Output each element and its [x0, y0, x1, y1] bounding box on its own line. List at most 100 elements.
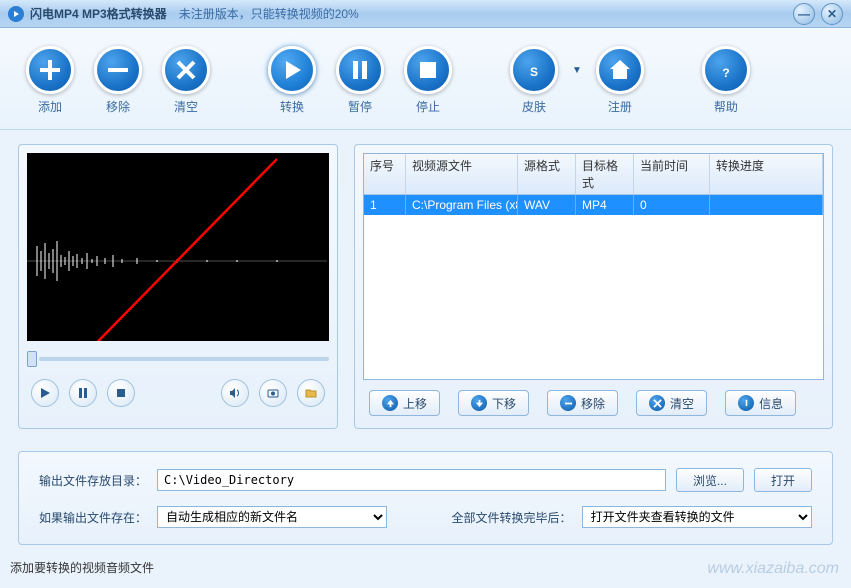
add-label: 添加 — [38, 98, 62, 115]
after-all-label: 全部文件转换完毕后： — [452, 509, 572, 526]
convert-label: 转换 — [280, 98, 304, 115]
app-registration-note: 未注册版本，只能转换视频的20% — [179, 5, 359, 22]
arrow-up-icon — [382, 395, 398, 411]
list-actions: 上移 下移 移除 清空 i 信息 — [363, 380, 824, 420]
if-exists-label: 如果输出文件存在： — [39, 509, 147, 526]
main-toolbar: 添加 移除 清空 转换 暂停 停止 S 皮肤 ▼ — [0, 28, 851, 130]
stop-icon — [416, 58, 440, 82]
preview-stop-button[interactable] — [107, 379, 135, 407]
preview-screen — [27, 153, 329, 341]
play-icon — [280, 58, 304, 82]
pause-icon — [77, 387, 89, 399]
add-button[interactable] — [26, 46, 74, 94]
move-up-label: 上移 — [403, 395, 427, 412]
folder-button[interactable] — [297, 379, 325, 407]
statusbar: 添加要转换的视频音频文件 — [0, 555, 851, 580]
minus-icon — [106, 58, 130, 82]
svg-text:?: ? — [722, 66, 729, 80]
preview-panel — [18, 144, 338, 429]
table-row[interactable]: 1 C:\Program Files (x86)... WAV MP4 0 — [364, 195, 823, 215]
arrow-down-icon — [471, 395, 487, 411]
s-icon: S — [522, 58, 546, 82]
help-label: 帮助 — [714, 98, 738, 115]
seek-thumb[interactable] — [27, 351, 37, 367]
volume-button[interactable] — [221, 379, 249, 407]
col-target-format[interactable]: 目标格式 — [576, 154, 634, 194]
stop-label: 停止 — [416, 98, 440, 115]
minimize-button[interactable]: — — [793, 3, 815, 25]
close-button[interactable]: ✕ — [821, 3, 843, 25]
speaker-icon — [229, 387, 241, 399]
output-dir-input[interactable] — [157, 469, 666, 491]
remove-label: 移除 — [106, 98, 130, 115]
skin-dropdown-arrow[interactable]: ▼ — [572, 46, 582, 94]
skin-label: 皮肤 — [522, 98, 546, 115]
svg-text:i: i — [745, 399, 748, 408]
info-button[interactable]: i 信息 — [725, 390, 796, 416]
help-button[interactable]: ? — [702, 46, 750, 94]
titlebar: 闪电MP4 MP3格式转换器 未注册版本，只能转换视频的20% — ✕ — [0, 0, 851, 28]
play-icon — [39, 387, 51, 399]
open-button[interactable]: 打开 — [754, 468, 812, 492]
list-remove-button[interactable]: 移除 — [547, 390, 618, 416]
svg-text:S: S — [530, 65, 538, 79]
after-all-select[interactable]: 打开文件夹查看转换的文件 — [582, 506, 812, 528]
x-icon — [649, 395, 665, 411]
stop-button[interactable] — [404, 46, 452, 94]
main-area: 序号 视频源文件 源格式 目标格式 当前时间 转换进度 1 C:\Program… — [0, 130, 851, 443]
list-clear-label: 清空 — [670, 395, 694, 412]
move-down-button[interactable]: 下移 — [458, 390, 529, 416]
cell-target-format: MP4 — [576, 195, 634, 215]
list-remove-label: 移除 — [581, 395, 605, 412]
annotation-arrow-icon — [27, 153, 277, 341]
preview-pause-button[interactable] — [69, 379, 97, 407]
grid-empty-area[interactable] — [364, 215, 823, 379]
minus-icon — [560, 395, 576, 411]
status-text: 添加要转换的视频音频文件 — [10, 561, 154, 575]
info-icon: i — [738, 395, 754, 411]
list-clear-button[interactable]: 清空 — [636, 390, 707, 416]
folder-icon — [305, 387, 317, 399]
app-icon — [8, 6, 24, 22]
file-grid: 序号 视频源文件 源格式 目标格式 当前时间 转换进度 1 C:\Program… — [363, 153, 824, 380]
snapshot-button[interactable] — [259, 379, 287, 407]
register-label: 注册 — [608, 98, 632, 115]
seek-track[interactable] — [39, 357, 329, 361]
pause-label: 暂停 — [348, 98, 372, 115]
seek-bar[interactable] — [27, 351, 329, 367]
clear-button[interactable] — [162, 46, 210, 94]
grid-header: 序号 视频源文件 源格式 目标格式 当前时间 转换进度 — [364, 154, 823, 195]
register-button[interactable] — [596, 46, 644, 94]
skin-button[interactable]: S — [510, 46, 558, 94]
col-index[interactable]: 序号 — [364, 154, 406, 194]
col-source[interactable]: 视频源文件 — [406, 154, 518, 194]
col-src-format[interactable]: 源格式 — [518, 154, 576, 194]
convert-button[interactable] — [268, 46, 316, 94]
info-label: 信息 — [759, 395, 783, 412]
col-progress[interactable]: 转换进度 — [710, 154, 823, 194]
clear-label: 清空 — [174, 98, 198, 115]
output-dir-label: 输出文件存放目录： — [39, 472, 147, 489]
col-current-time[interactable]: 当前时间 — [634, 154, 710, 194]
plus-icon — [38, 58, 62, 82]
cell-index: 1 — [364, 195, 406, 215]
pause-button[interactable] — [336, 46, 384, 94]
home-icon — [608, 58, 632, 82]
cell-src-format: WAV — [518, 195, 576, 215]
question-icon: ? — [714, 58, 738, 82]
move-up-button[interactable]: 上移 — [369, 390, 440, 416]
stop-icon — [115, 387, 127, 399]
move-down-label: 下移 — [492, 395, 516, 412]
remove-button[interactable] — [94, 46, 142, 94]
cell-source: C:\Program Files (x86)... — [406, 195, 518, 215]
if-exists-select[interactable]: 自动生成相应的新文件名 — [157, 506, 387, 528]
file-list-panel: 序号 视频源文件 源格式 目标格式 当前时间 转换进度 1 C:\Program… — [354, 144, 833, 429]
app-title: 闪电MP4 MP3格式转换器 — [30, 5, 167, 22]
x-icon — [174, 58, 198, 82]
preview-play-button[interactable] — [31, 379, 59, 407]
settings-panel: 输出文件存放目录： 浏览... 打开 如果输出文件存在： 自动生成相应的新文件名… — [18, 451, 833, 545]
pause-icon — [348, 58, 372, 82]
camera-icon — [267, 387, 279, 399]
browse-button[interactable]: 浏览... — [676, 468, 744, 492]
cell-current-time: 0 — [634, 195, 710, 215]
